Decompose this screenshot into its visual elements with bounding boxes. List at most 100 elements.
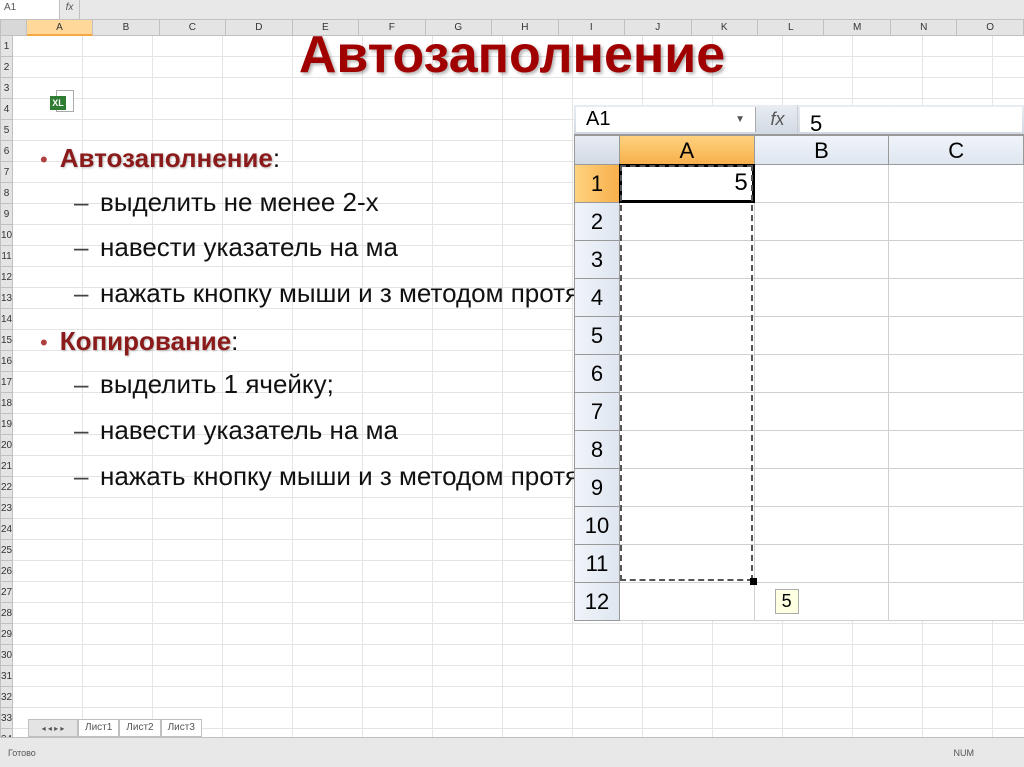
bg-cell[interactable]: [223, 99, 293, 120]
bg-row-header[interactable]: 16: [0, 351, 13, 372]
bg-cell[interactable]: [713, 666, 783, 687]
bg-row-header[interactable]: 21: [0, 456, 13, 477]
bg-cell[interactable]: [223, 708, 293, 729]
bg-cell[interactable]: [293, 582, 363, 603]
bg-cell[interactable]: [503, 624, 573, 645]
inset-row-header[interactable]: 12: [574, 583, 620, 621]
bg-cell[interactable]: [153, 561, 223, 582]
bg-cell[interactable]: [993, 666, 1024, 687]
bg-cell[interactable]: [853, 645, 923, 666]
bg-cell[interactable]: [293, 120, 363, 141]
bg-cell[interactable]: [363, 687, 433, 708]
bg-row-header[interactable]: 14: [0, 309, 13, 330]
inset-row-header[interactable]: 4: [574, 279, 620, 317]
inset-row-header[interactable]: 9: [574, 469, 620, 507]
bg-cell[interactable]: [643, 624, 713, 645]
inset-cell[interactable]: [620, 507, 755, 545]
bg-cell[interactable]: [713, 645, 783, 666]
bg-cell[interactable]: [993, 687, 1024, 708]
inset-cell[interactable]: [620, 431, 755, 469]
bg-row-header[interactable]: 22: [0, 477, 13, 498]
inset-cell[interactable]: [889, 165, 1024, 203]
bg-cell[interactable]: [363, 99, 433, 120]
bg-cell[interactable]: [643, 645, 713, 666]
bg-cell[interactable]: [503, 540, 573, 561]
inset-row-header[interactable]: 8: [574, 431, 620, 469]
bg-cell[interactable]: [433, 645, 503, 666]
bg-cell[interactable]: [293, 645, 363, 666]
bg-cell[interactable]: [153, 540, 223, 561]
bg-cell[interactable]: [853, 687, 923, 708]
bg-row-header[interactable]: 23: [0, 498, 13, 519]
bg-cell[interactable]: [13, 603, 83, 624]
inset-cell[interactable]: [620, 583, 755, 621]
inset-cell[interactable]: [755, 431, 890, 469]
bg-cell[interactable]: [13, 120, 83, 141]
bg-cell[interactable]: [923, 666, 993, 687]
bg-cell[interactable]: [293, 687, 363, 708]
bg-cell[interactable]: [223, 120, 293, 141]
bg-cell[interactable]: [503, 645, 573, 666]
bg-cell[interactable]: [433, 687, 503, 708]
inset-cell[interactable]: [755, 355, 890, 393]
bg-cell[interactable]: [153, 120, 223, 141]
bg-cell[interactable]: [13, 561, 83, 582]
bg-row-header[interactable]: 4: [0, 99, 13, 120]
bg-cell[interactable]: [363, 645, 433, 666]
bg-cell[interactable]: [293, 666, 363, 687]
bg-row-header[interactable]: 6: [0, 141, 13, 162]
inset-cell[interactable]: [620, 355, 755, 393]
bg-cell[interactable]: [223, 666, 293, 687]
bg-cell[interactable]: [503, 519, 573, 540]
inset-cell[interactable]: [889, 507, 1024, 545]
inset-cell[interactable]: [889, 203, 1024, 241]
bg-cell[interactable]: [503, 120, 573, 141]
bg-cell[interactable]: [643, 687, 713, 708]
bg-cell[interactable]: [13, 582, 83, 603]
bg-cell[interactable]: [853, 666, 923, 687]
inset-cell[interactable]: [620, 393, 755, 431]
inset-cell[interactable]: [889, 355, 1024, 393]
bg-cell[interactable]: [13, 645, 83, 666]
inset-cell[interactable]: [755, 393, 890, 431]
bg-cell[interactable]: [783, 666, 853, 687]
bg-cell[interactable]: [13, 540, 83, 561]
bg-cell[interactable]: [783, 645, 853, 666]
bg-cell[interactable]: [83, 666, 153, 687]
bg-cell[interactable]: [363, 708, 433, 729]
bg-row-header[interactable]: 29: [0, 624, 13, 645]
bg-cell[interactable]: [713, 687, 783, 708]
inset-cell[interactable]: 5: [620, 165, 755, 203]
bg-cell[interactable]: [993, 645, 1024, 666]
bg-cell[interactable]: [503, 687, 573, 708]
inset-row-header[interactable]: 10: [574, 507, 620, 545]
bg-cell[interactable]: [573, 624, 643, 645]
inset-cell[interactable]: [889, 241, 1024, 279]
bg-cell[interactable]: [363, 603, 433, 624]
inset-row-header[interactable]: 11: [574, 545, 620, 583]
bg-cell[interactable]: [153, 519, 223, 540]
bg-row-header[interactable]: 19: [0, 414, 13, 435]
bg-cell[interactable]: [783, 624, 853, 645]
sheet-tab[interactable]: Лист2: [119, 719, 160, 737]
bg-cell[interactable]: [153, 624, 223, 645]
inset-cell[interactable]: [620, 241, 755, 279]
inset-row-header[interactable]: 7: [574, 393, 620, 431]
bg-cell[interactable]: [153, 645, 223, 666]
bg-cell[interactable]: [223, 561, 293, 582]
inset-cell[interactable]: [620, 203, 755, 241]
inset-cell[interactable]: [755, 469, 890, 507]
bg-cell[interactable]: [923, 624, 993, 645]
bg-cell[interactable]: [83, 603, 153, 624]
inset-cell[interactable]: [889, 279, 1024, 317]
bg-cell[interactable]: [293, 624, 363, 645]
bg-cell[interactable]: [83, 582, 153, 603]
bg-cell[interactable]: [153, 666, 223, 687]
bg-cell[interactable]: [223, 582, 293, 603]
bg-cell[interactable]: [503, 99, 573, 120]
bg-row-header[interactable]: 9: [0, 204, 13, 225]
bg-cell[interactable]: [433, 519, 503, 540]
inset-col-header[interactable]: C: [889, 135, 1024, 165]
bg-cell[interactable]: [293, 99, 363, 120]
bg-cell[interactable]: [363, 120, 433, 141]
